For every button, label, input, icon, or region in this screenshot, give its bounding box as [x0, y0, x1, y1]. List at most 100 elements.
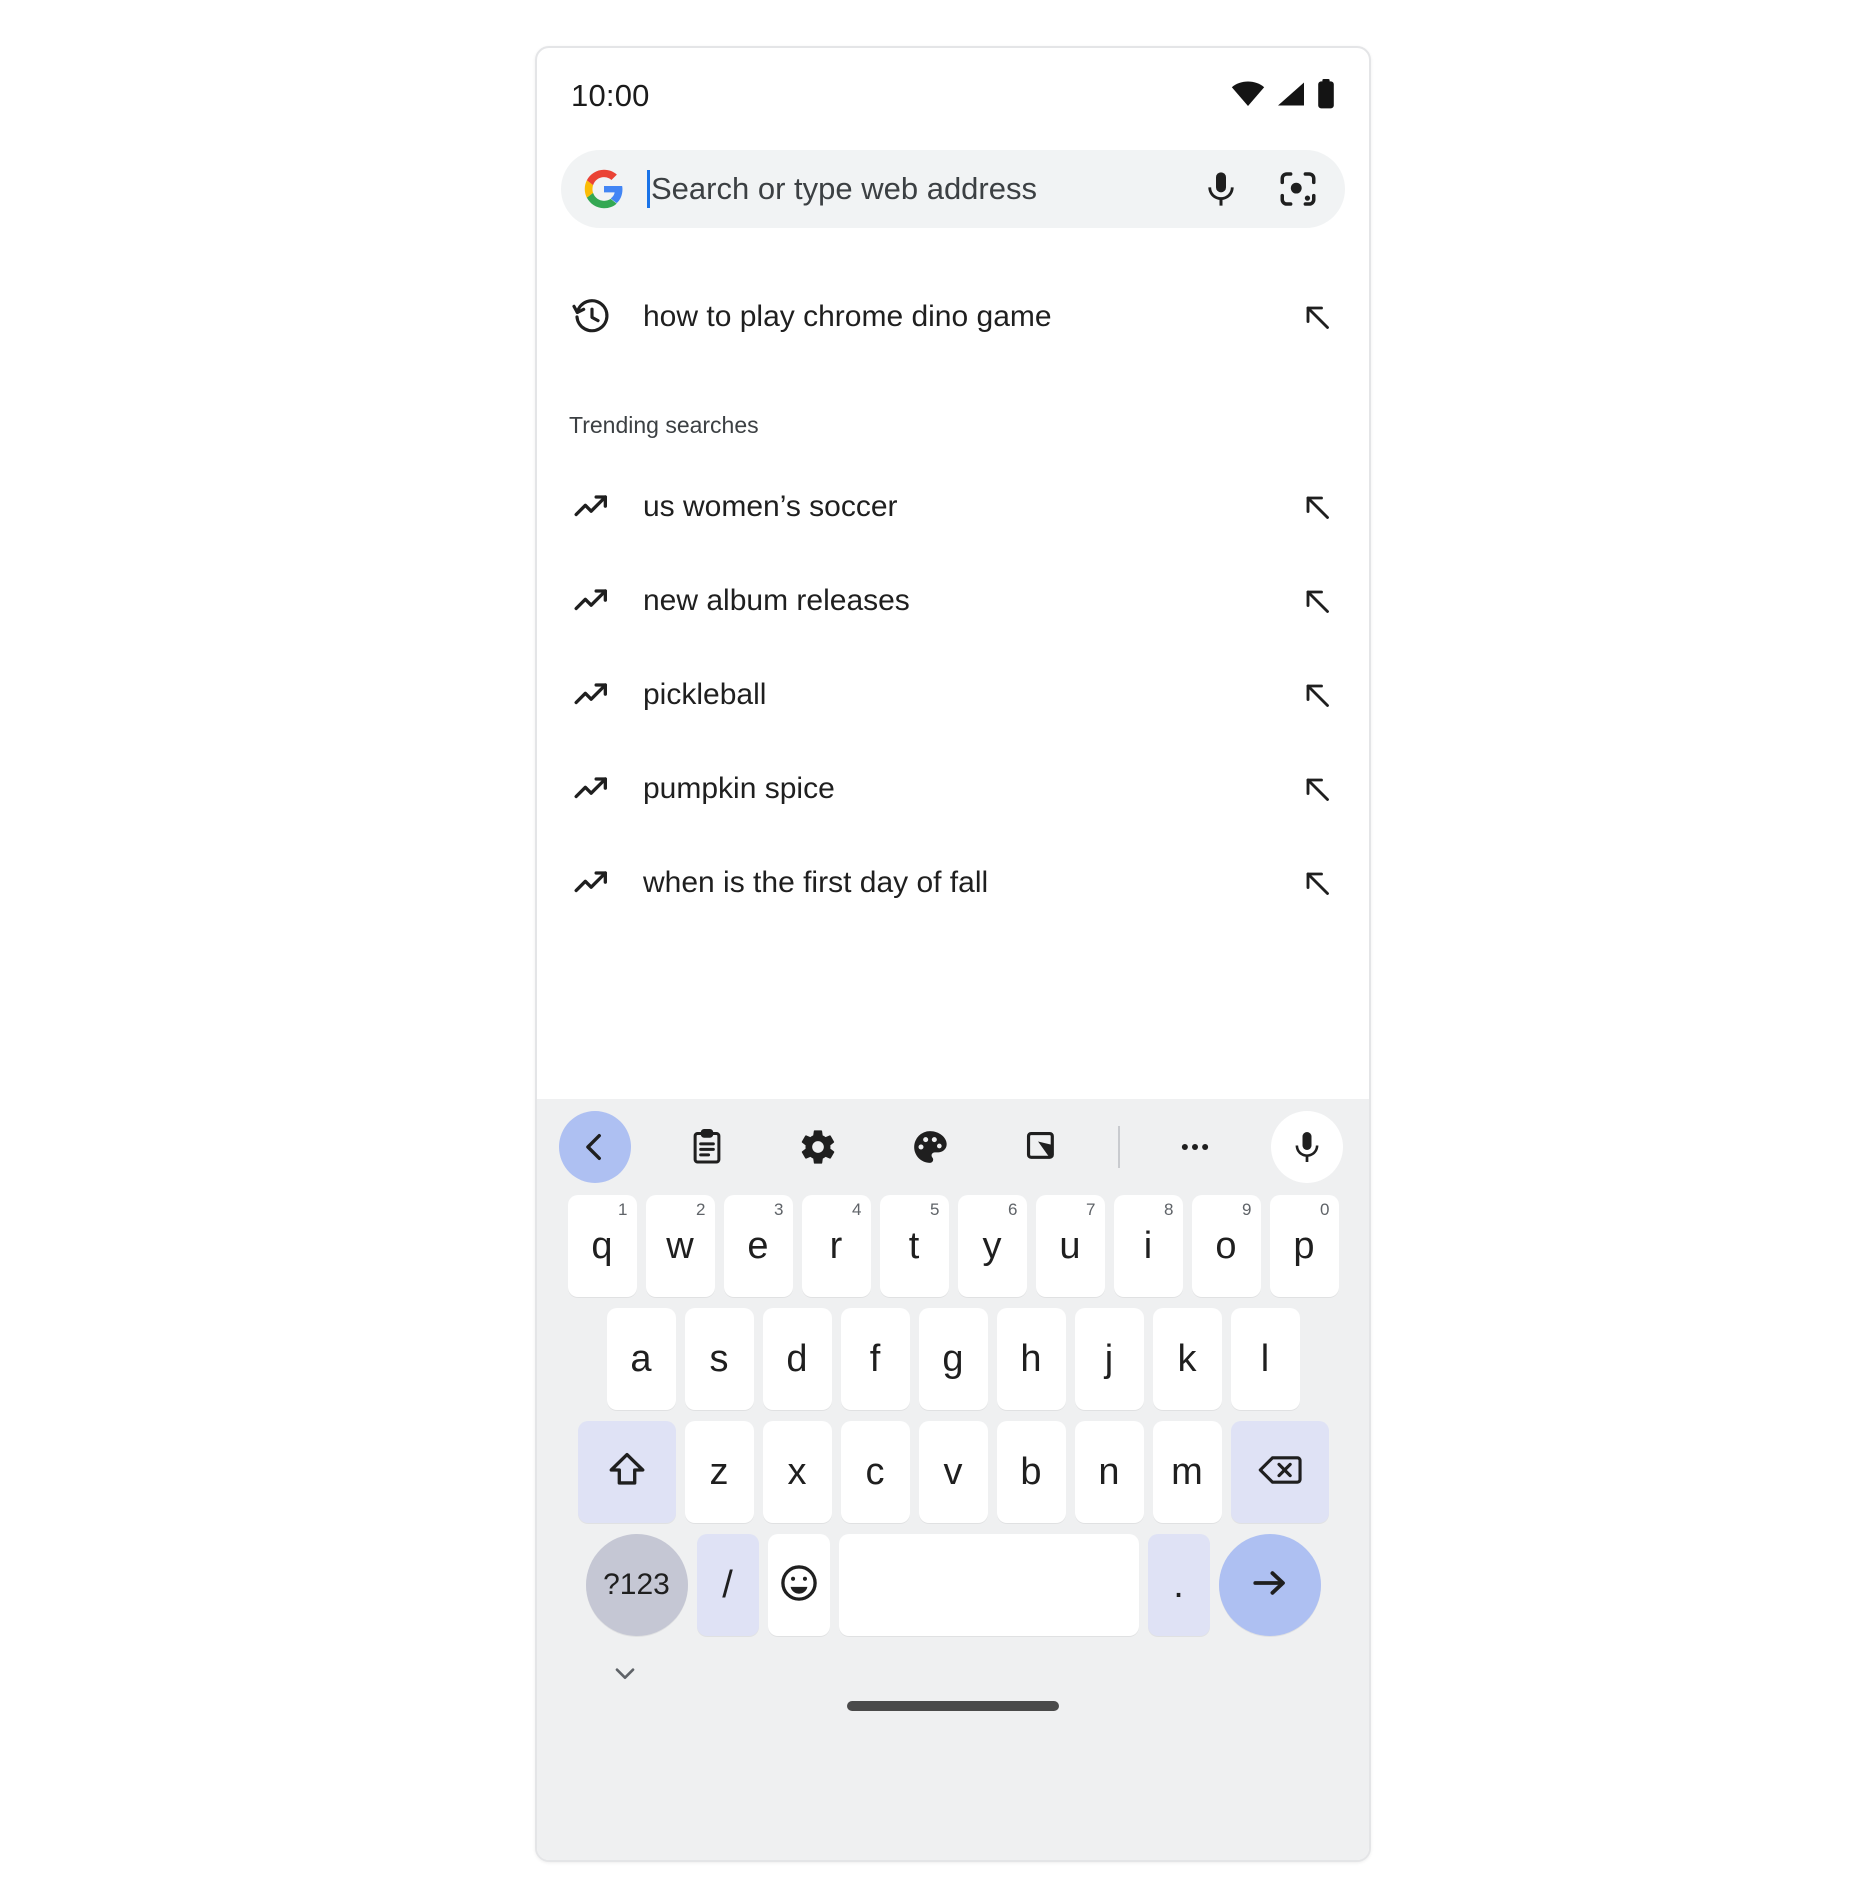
- key-n[interactable]: n: [1074, 1421, 1144, 1523]
- google-g-icon: [583, 168, 625, 210]
- key-label: n: [1098, 1451, 1120, 1493]
- trending-up-icon: [569, 581, 615, 621]
- key-z[interactable]: z: [684, 1421, 754, 1523]
- key-label: b: [1020, 1451, 1042, 1493]
- chevron-down-icon[interactable]: [609, 1657, 641, 1694]
- enter-key[interactable]: [1218, 1534, 1321, 1636]
- palette-icon[interactable]: [894, 1111, 966, 1183]
- gesture-home-bar[interactable]: [847, 1701, 1059, 1711]
- key-digit: 5: [930, 1200, 940, 1219]
- back-chevron-icon[interactable]: [559, 1111, 631, 1183]
- gear-icon[interactable]: [782, 1111, 854, 1183]
- key-g[interactable]: g: [918, 1308, 988, 1410]
- key-f[interactable]: f: [840, 1308, 910, 1410]
- trending-up-icon: [569, 769, 615, 809]
- arrow-northwest-icon[interactable]: [1299, 299, 1335, 335]
- shift-icon: [606, 1449, 648, 1496]
- suggestion-row-trending-4[interactable]: when is the first day of fall: [537, 836, 1369, 930]
- trending-up-icon: [569, 675, 615, 715]
- suggestion-row-trending-0[interactable]: us women’s soccer: [537, 460, 1369, 554]
- omnibox-text-area[interactable]: Search or type web address: [647, 150, 1191, 228]
- suggestion-row-trending-2[interactable]: pickleball: [537, 648, 1369, 742]
- key-label: i: [1143, 1225, 1153, 1267]
- key-y[interactable]: 6y: [957, 1195, 1027, 1297]
- key-h[interactable]: h: [996, 1308, 1066, 1410]
- emoji-icon: [778, 1562, 820, 1609]
- key-d[interactable]: d: [762, 1308, 832, 1410]
- status-bar-clock: 10:00: [571, 78, 650, 113]
- key-label: v: [943, 1451, 963, 1493]
- key-c[interactable]: c: [840, 1421, 910, 1523]
- key-w[interactable]: 2w: [645, 1195, 715, 1297]
- key-u[interactable]: 7u: [1035, 1195, 1105, 1297]
- omnibox-actions: [1201, 168, 1319, 210]
- suggestion-label: new album releases: [643, 584, 910, 617]
- arrow-northwest-icon[interactable]: [1299, 677, 1335, 713]
- keyboard-toolbar: [537, 1099, 1369, 1195]
- microphone-icon[interactable]: [1201, 169, 1241, 209]
- cell-signal-icon: [1276, 81, 1306, 112]
- arrow-northwest-icon[interactable]: [1299, 489, 1335, 525]
- key-digit: 2: [696, 1200, 706, 1219]
- clipboard-icon[interactable]: [671, 1111, 743, 1183]
- suggestion-row-history[interactable]: how to play chrome dino game: [537, 270, 1369, 364]
- arrow-northwest-icon[interactable]: [1299, 771, 1335, 807]
- key-label: u: [1059, 1225, 1081, 1267]
- trending-up-icon: [569, 863, 615, 903]
- key-s[interactable]: s: [684, 1308, 754, 1410]
- key-o[interactable]: 9o: [1191, 1195, 1261, 1297]
- key-e[interactable]: 3e: [723, 1195, 793, 1297]
- key-label: f: [869, 1338, 881, 1380]
- key-l[interactable]: l: [1230, 1308, 1300, 1410]
- space-key[interactable]: [838, 1534, 1139, 1636]
- key-b[interactable]: b: [996, 1421, 1066, 1523]
- key-q[interactable]: 1q: [567, 1195, 637, 1297]
- key-label: c: [865, 1451, 885, 1493]
- microphone-icon[interactable]: [1271, 1111, 1344, 1183]
- one-handed-mode-icon[interactable]: [1006, 1111, 1078, 1183]
- virtual-keyboard: 1q 2w 3e 4r 5t 6y 7u 8i 9o 0p a s d f g …: [537, 1099, 1369, 1860]
- arrow-northwest-icon[interactable]: [1299, 865, 1335, 901]
- key-digit: 1: [618, 1200, 628, 1219]
- backspace-key[interactable]: [1230, 1421, 1329, 1523]
- key-t[interactable]: 5t: [879, 1195, 949, 1297]
- key-digit: 0: [1320, 1200, 1330, 1219]
- period-key[interactable]: .: [1147, 1534, 1210, 1636]
- suggestion-row-trending-3[interactable]: pumpkin spice: [537, 742, 1369, 836]
- suggestion-row-trending-1[interactable]: new album releases: [537, 554, 1369, 648]
- google-lens-icon[interactable]: [1277, 168, 1319, 210]
- keyboard-row-3: z x c v b n m: [543, 1421, 1363, 1523]
- key-digit: 3: [774, 1200, 784, 1219]
- status-bar-icons: [1231, 78, 1335, 114]
- keyboard-row-1: 1q 2w 3e 4r 5t 6y 7u 8i 9o 0p: [543, 1195, 1363, 1297]
- key-label: a: [630, 1338, 652, 1380]
- key-digit: 7: [1086, 1200, 1096, 1219]
- slash-key[interactable]: /: [696, 1534, 759, 1636]
- suggestion-label: pickleball: [643, 678, 767, 711]
- key-p[interactable]: 0p: [1269, 1195, 1339, 1297]
- symbols-key[interactable]: ?123: [585, 1534, 688, 1636]
- key-j[interactable]: j: [1074, 1308, 1144, 1410]
- text-cursor: [647, 170, 650, 208]
- key-a[interactable]: a: [606, 1308, 676, 1410]
- toolbar-divider: [1117, 1126, 1120, 1168]
- key-r[interactable]: 4r: [801, 1195, 871, 1297]
- key-m[interactable]: m: [1152, 1421, 1222, 1523]
- key-v[interactable]: v: [918, 1421, 988, 1523]
- key-label: /: [722, 1564, 733, 1606]
- keyboard-bottom-bar: [537, 1647, 1369, 1733]
- key-i[interactable]: 8i: [1113, 1195, 1183, 1297]
- shift-key[interactable]: [577, 1421, 676, 1523]
- phone-frame: 10:00 Search or type web address how to …: [535, 46, 1371, 1862]
- key-label: y: [982, 1225, 1002, 1267]
- key-k[interactable]: k: [1152, 1308, 1222, 1410]
- omnibox[interactable]: Search or type web address: [561, 150, 1345, 228]
- overflow-dots-icon[interactable]: [1159, 1111, 1231, 1183]
- key-x[interactable]: x: [762, 1421, 832, 1523]
- history-clock-icon: [569, 297, 615, 337]
- key-label: p: [1293, 1225, 1315, 1267]
- arrow-northwest-icon[interactable]: [1299, 583, 1335, 619]
- emoji-key[interactable]: [767, 1534, 830, 1636]
